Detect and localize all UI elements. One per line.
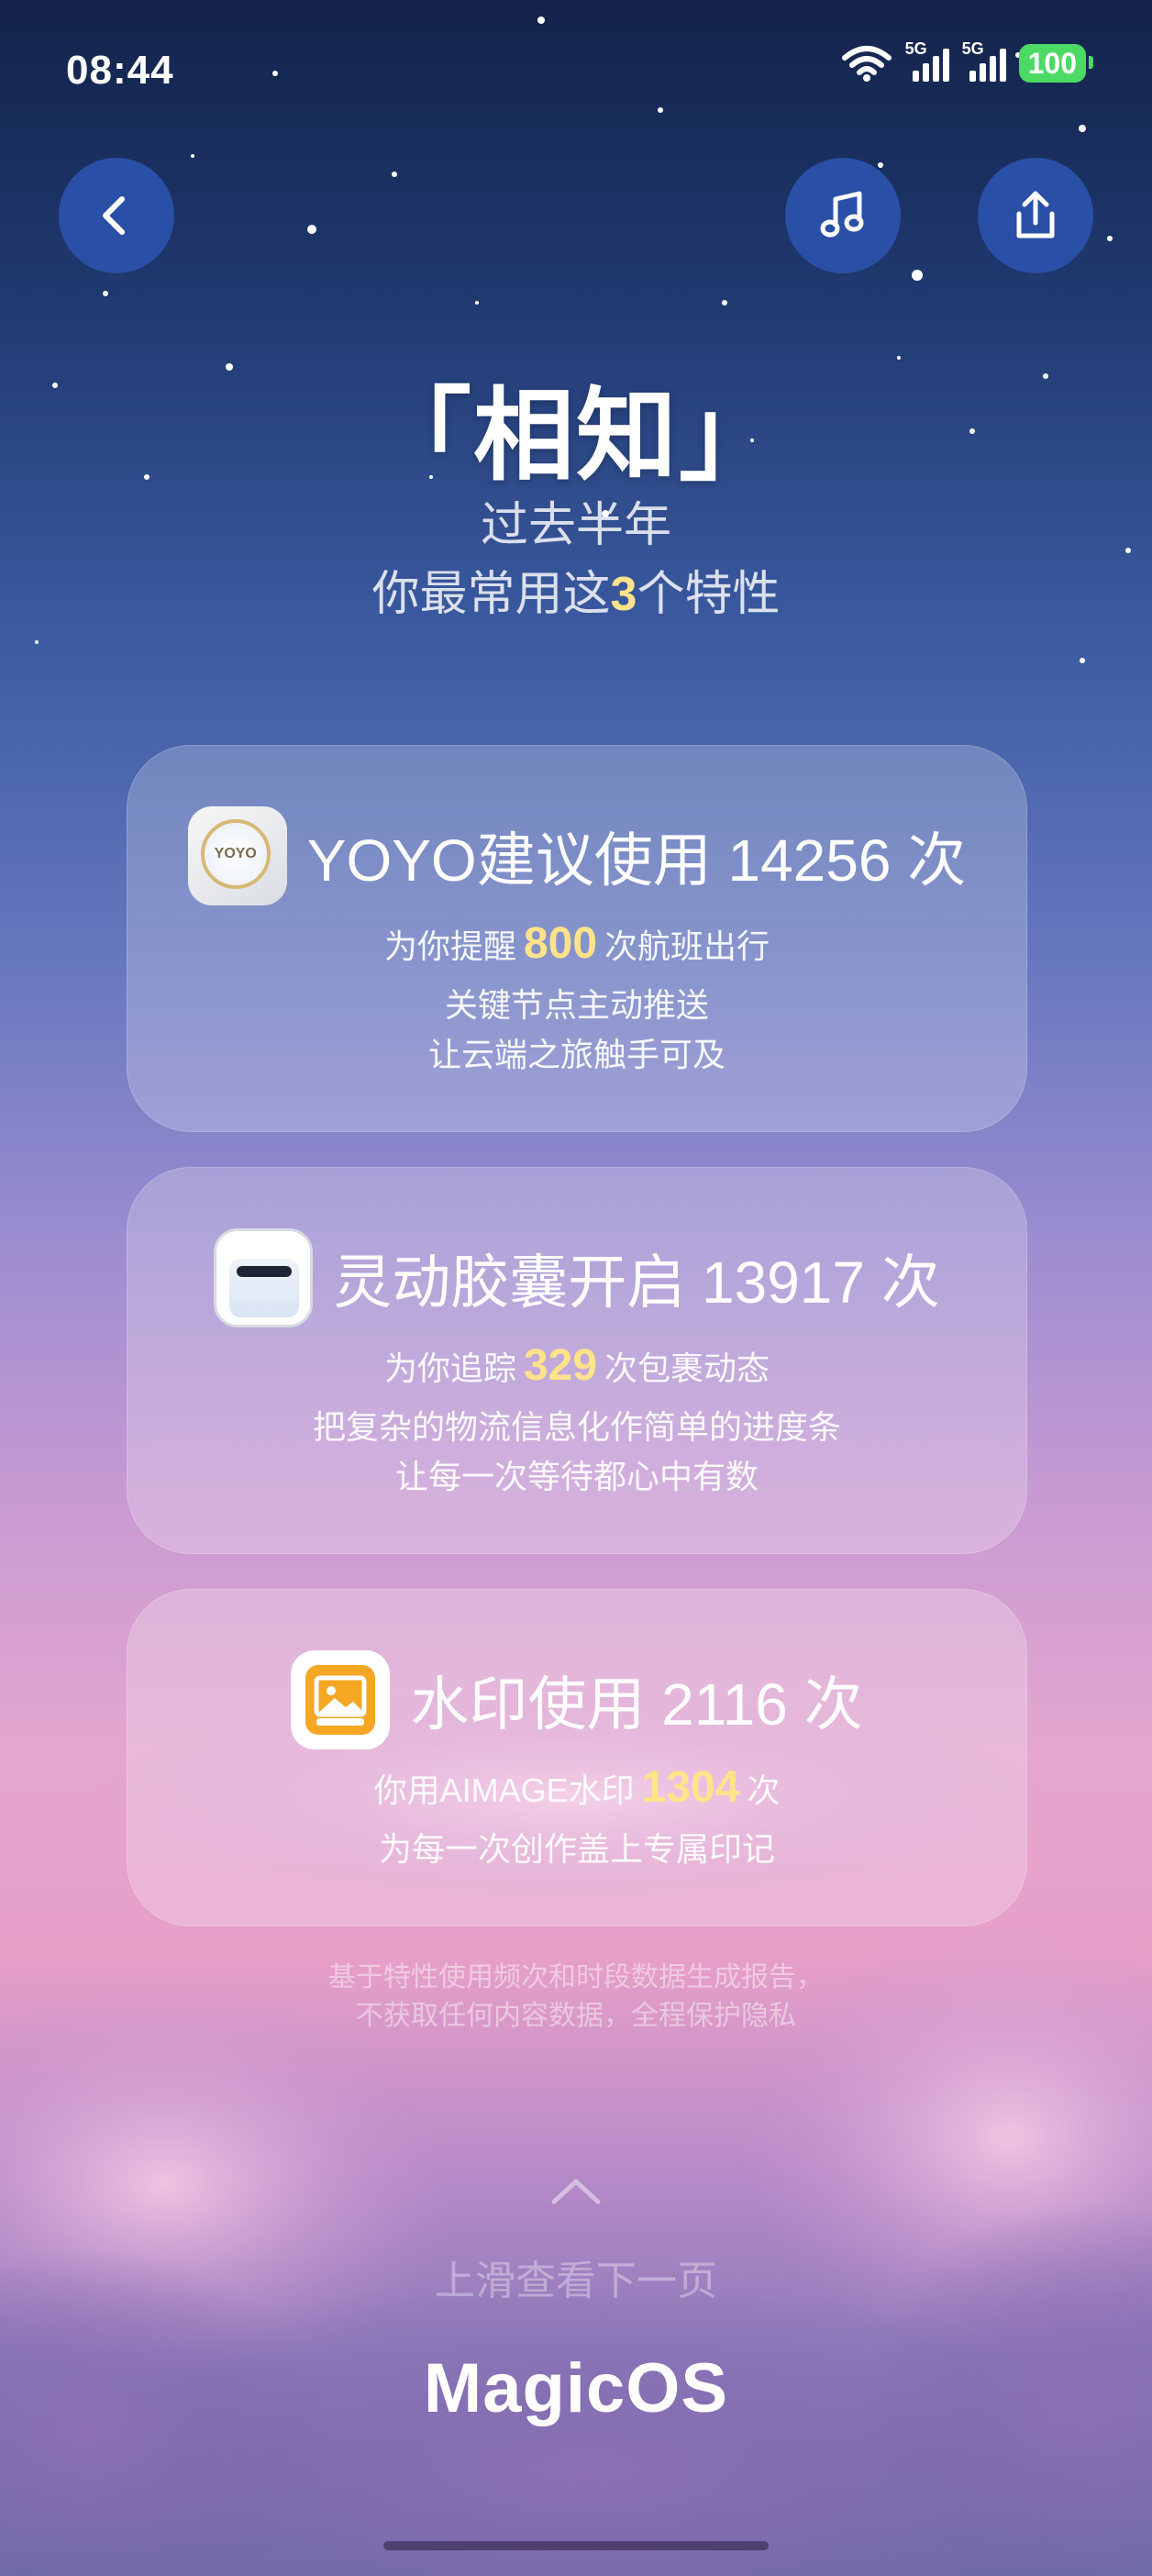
home-indicator[interactable] bbox=[383, 2541, 769, 2550]
status-icons: 5G 5G 100 bbox=[841, 39, 1094, 83]
stat-post: 次航班出行 bbox=[604, 927, 770, 965]
card-title: YOYO建议使用 14256 次 bbox=[306, 827, 967, 894]
card-stat-line: 你用AIMAGE水印 1304 次 bbox=[127, 1762, 1026, 1813]
chevron-up-icon[interactable] bbox=[548, 2172, 604, 2209]
feature-card-capsule: 灵动胶囊开启 13917 次 为你追踪 329 次包裹动态 把复杂的物流信息化作简单… bbox=[127, 1167, 1027, 1554]
card-header: 水印使用 2116 次 bbox=[127, 1650, 1026, 1749]
yoyo-icon: YOYO bbox=[187, 806, 287, 905]
magicos-logo: MagicOS bbox=[423, 2349, 729, 2427]
subtitle-pre: 你最常用这 bbox=[371, 568, 611, 621]
signal-icon-sim2: 5G bbox=[962, 39, 1006, 82]
stat-post: 次包裹动态 bbox=[604, 1349, 770, 1387]
card-title: 水印使用 2116 次 bbox=[410, 1671, 863, 1738]
card-desc-line: 让每一次等待都心中有数 bbox=[394, 1458, 759, 1495]
stat-number: 1304 bbox=[641, 1763, 740, 1812]
card-header: YOYO YOYO建议使用 14256 次 bbox=[127, 806, 1026, 905]
battery-indicator: 100 bbox=[1018, 44, 1094, 83]
subtitle-period: 过去半年 bbox=[480, 499, 671, 552]
stat-pre: 你用AIMAGE水印 bbox=[373, 1771, 635, 1809]
feature-card-yoyo: YOYO YOYO建议使用 14256 次 为你提醒 800 次航班出行 关键节点主… bbox=[127, 745, 1027, 1132]
music-button[interactable] bbox=[785, 158, 901, 273]
back-button[interactable] bbox=[59, 158, 174, 273]
card-desc-line: 关键节点主动推送 bbox=[444, 986, 709, 1024]
swipe-up-hint[interactable]: 上滑查看下一页 bbox=[0, 2248, 1152, 2306]
music-note-icon bbox=[820, 191, 864, 238]
card-desc-line: 把复杂的物流信息化作简单的进度条 bbox=[312, 1408, 841, 1446]
page-title: 「相知」 bbox=[371, 380, 781, 493]
dynamic-capsule-icon bbox=[214, 1228, 314, 1327]
card-stat-line: 为你追踪 329 次包裹动态 bbox=[127, 1340, 1026, 1391]
card-desc-line: 让云端之旅触手可及 bbox=[427, 1036, 726, 1073]
wifi-icon bbox=[841, 46, 892, 82]
privacy-note: 不获取任何内容数据，全程保护隐私 bbox=[356, 2001, 796, 2031]
stat-pre: 为你追踪 bbox=[383, 1349, 516, 1387]
network-type-label: 5G bbox=[904, 39, 927, 58]
stat-post: 次 bbox=[747, 1771, 781, 1809]
feature-card-watermark: 水印使用 2116 次 你用AIMAGE水印 1304 次 为每一次创作盖上专属印记 bbox=[127, 1589, 1027, 1926]
watermark-photo-icon bbox=[291, 1650, 391, 1749]
card-title: 灵动胶囊开启 13917 次 bbox=[333, 1249, 940, 1316]
yoyo-icon-text: YOYO bbox=[200, 819, 271, 889]
share-icon bbox=[1016, 191, 1055, 239]
chevron-left-icon bbox=[103, 196, 125, 235]
stat-pre: 为你提醒 bbox=[383, 927, 516, 965]
card-header: 灵动胶囊开启 13917 次 bbox=[127, 1228, 1026, 1327]
privacy-note: 基于特性使用频次和时段数据生成报告， bbox=[328, 1962, 824, 1993]
subtitle-count: 3 bbox=[610, 568, 637, 621]
signal-icon-sim1: 5G bbox=[905, 39, 949, 82]
network-type-label: 5G bbox=[961, 39, 984, 58]
share-button[interactable] bbox=[978, 158, 1093, 273]
status-bar: 08:44 5G 5G 100 bbox=[0, 0, 1152, 138]
card-stat-line: 为你提醒 800 次航班出行 bbox=[127, 918, 1026, 969]
card-desc-line: 为每一次创作盖上专属印记 bbox=[378, 1830, 775, 1868]
subtitle-post: 个特性 bbox=[637, 568, 781, 621]
status-time: 08:44 bbox=[66, 48, 174, 93]
subtitle-summary: 你最常用这3个特性 bbox=[0, 555, 1152, 624]
stat-number: 800 bbox=[523, 919, 598, 968]
stat-number: 329 bbox=[523, 1341, 598, 1390]
